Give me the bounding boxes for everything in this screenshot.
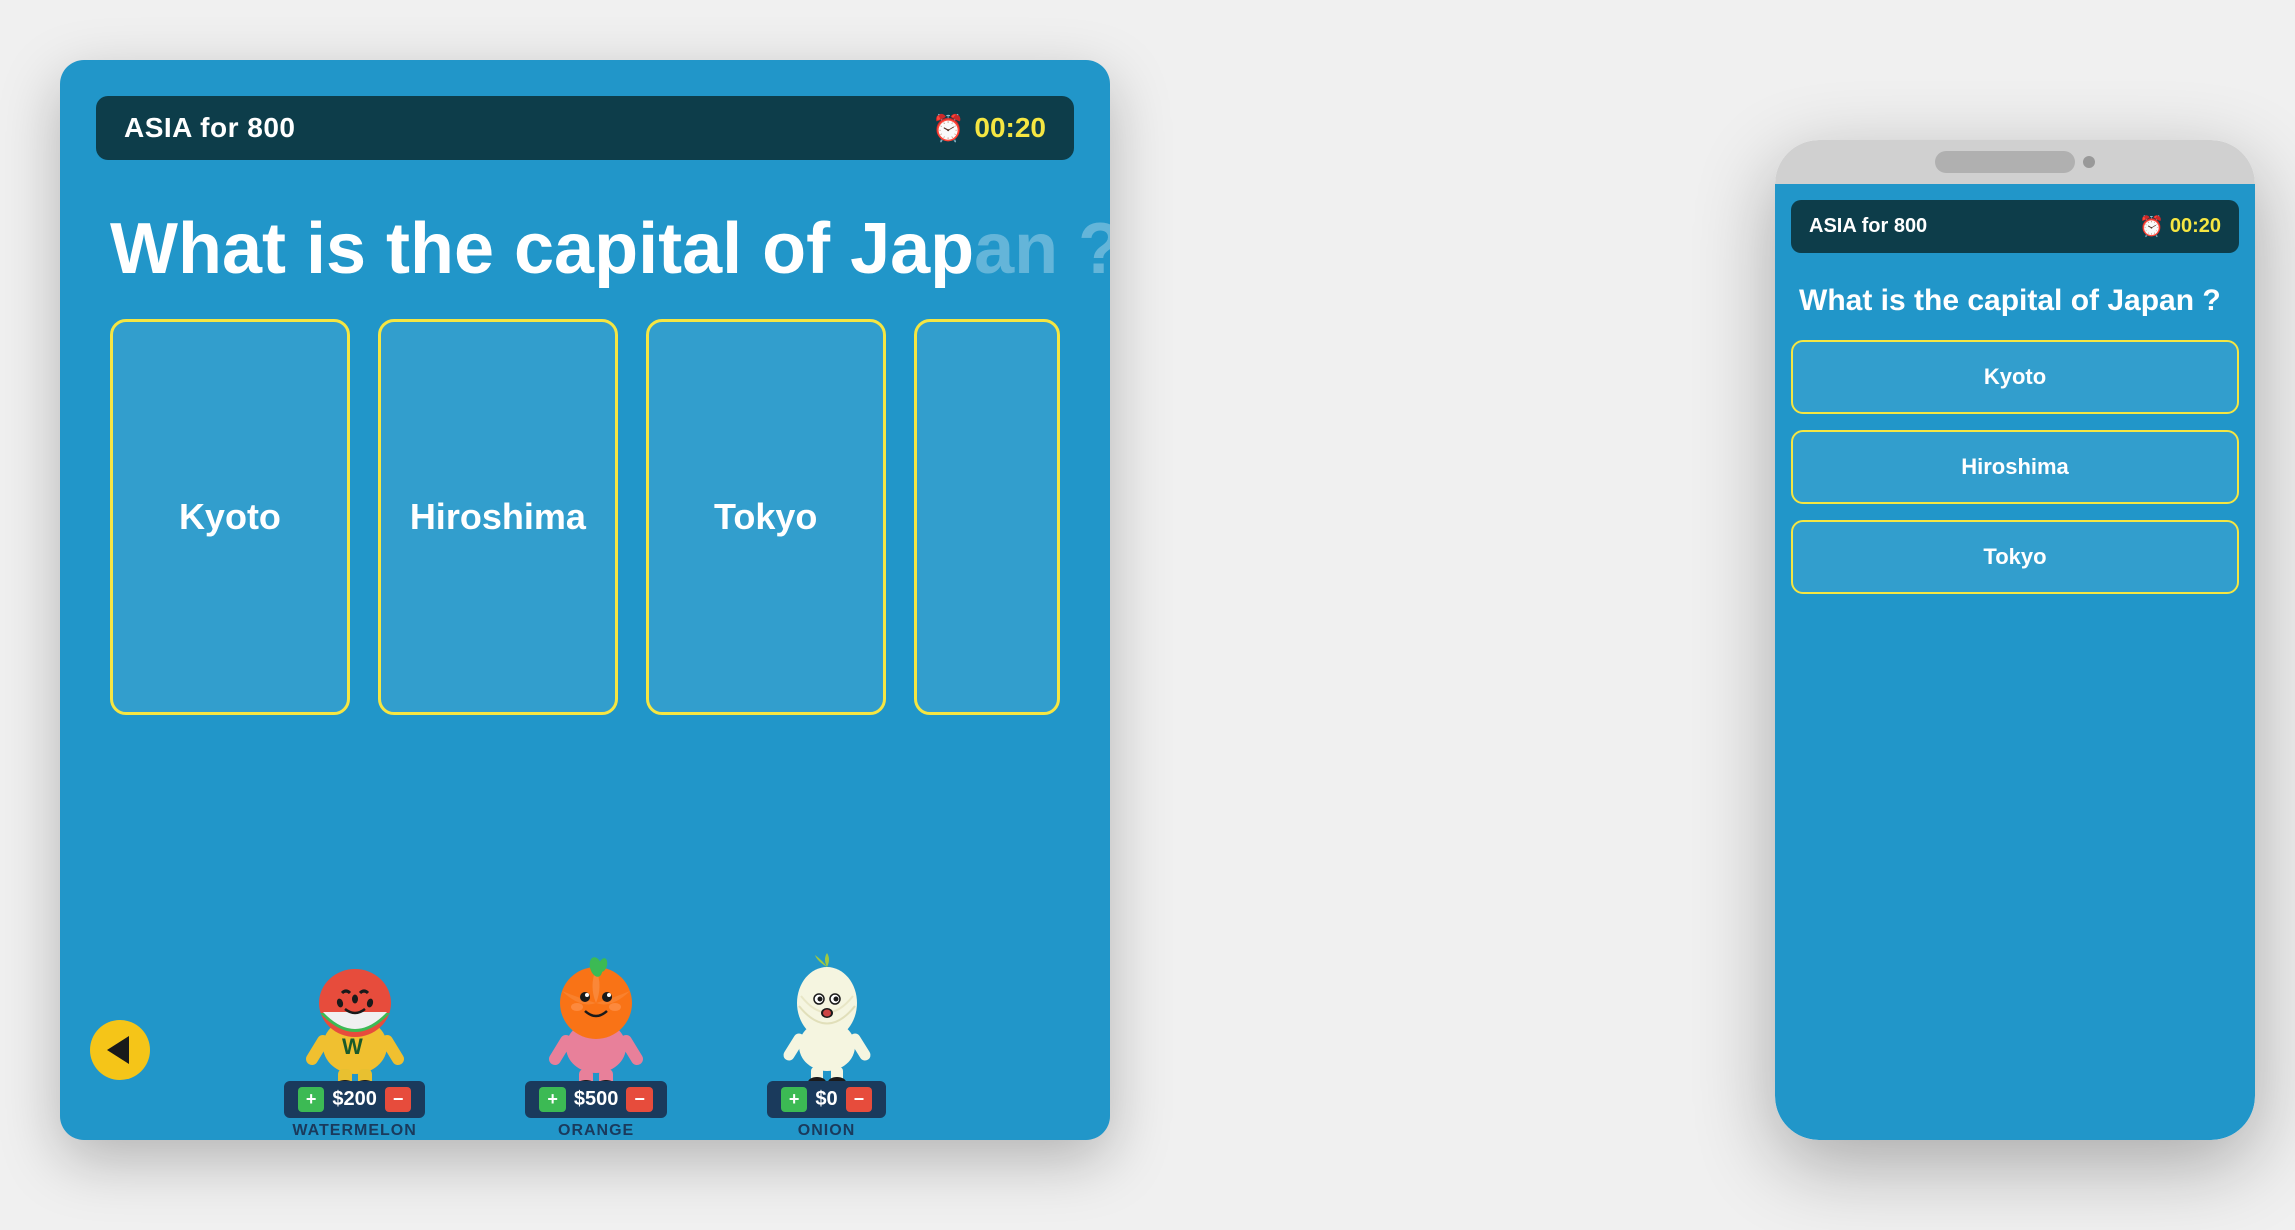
watermelon-plus[interactable]: + [298,1087,325,1112]
answer-box-1[interactable]: Kyoto [110,319,350,714]
desktop-screen: ASIA for 800 ⏰ 00:20 What is the capital… [60,60,1110,1140]
onion-plus[interactable]: + [781,1087,808,1112]
watermelon-score-bar: + $200 − [284,1081,426,1118]
mobile-screen: ASIA for 800 ⏰ 00:20 What is the capital… [1775,140,2255,1140]
mobile-timer-value: 00:20 [2170,215,2221,238]
onion-name: ONION [798,1122,855,1140]
character-onion: + $0 − ONION [767,951,886,1140]
watermelon-minus[interactable]: − [385,1087,412,1112]
svg-text:W: W [342,1034,363,1059]
mobile-answer-2[interactable]: Hiroshima [1791,430,2239,504]
orange-plus[interactable]: + [539,1087,566,1112]
back-arrow-icon [107,1036,129,1064]
mobile-answers: Kyoto Hiroshima Tokyo [1775,340,2255,594]
orange-score: $500 [574,1088,619,1111]
watermelon-character-svg: W [300,951,410,1081]
onion-score-bar: + $0 − [767,1081,886,1118]
orange-score-bar: + $500 − [525,1081,667,1118]
desktop-timer: ⏰ 00:20 [932,112,1046,144]
desktop-header-bar: ASIA for 800 ⏰ 00:20 [96,96,1074,160]
onion-score: $0 [815,1088,837,1111]
mobile-timer: ⏰ 00:20 [2139,214,2221,239]
character-watermelon: W [284,951,426,1140]
desktop-timer-icon: ⏰ [932,113,964,144]
mobile-content: ASIA for 800 ⏰ 00:20 What is the capital… [1775,184,2255,1140]
watermelon-name: WATERMELON [292,1122,416,1140]
onion-character-svg [777,951,877,1081]
mobile-answer-1[interactable]: Kyoto [1791,340,2239,414]
desktop-answers: Kyoto Hiroshima Tokyo [60,319,1110,714]
mobile-timer-icon: ⏰ [2139,214,2164,239]
mobile-answer-3[interactable]: Tokyo [1791,520,2239,594]
mobile-header-bar: ASIA for 800 ⏰ 00:20 [1791,200,2239,253]
watermelon-score: $200 [332,1088,377,1111]
mobile-notch [1935,151,2075,173]
desktop-timer-value: 00:20 [974,112,1046,144]
orange-name: ORANGE [558,1122,634,1140]
orange-character-svg [541,951,651,1081]
desktop-characters: W [60,715,1110,1140]
mobile-status-bar [1775,140,2255,184]
answer-box-4[interactable] [914,319,1060,714]
mobile-category: ASIA for 800 [1809,215,1927,238]
onion-minus[interactable]: − [846,1087,873,1112]
mobile-question: What is the capital of Japan ? [1775,253,2255,340]
back-button[interactable] [90,1020,150,1080]
answer-box-2[interactable]: Hiroshima [378,319,618,714]
character-orange: + $500 − ORANGE [525,951,667,1140]
orange-minus[interactable]: − [626,1087,653,1112]
answer-box-3[interactable]: Tokyo [646,319,886,714]
desktop-question: What is the capital of Japan ? [60,160,1110,319]
desktop-category: ASIA for 800 [124,112,295,144]
mobile-camera-dot [2083,156,2095,168]
